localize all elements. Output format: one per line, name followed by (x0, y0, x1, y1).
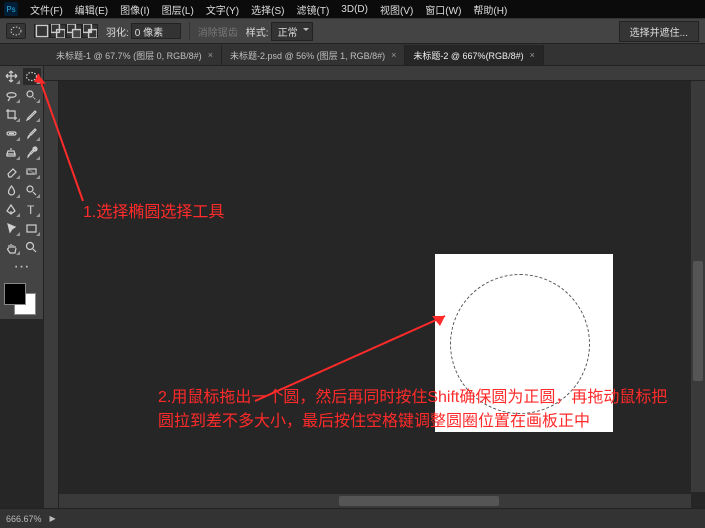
menu-help[interactable]: 帮助(H) (467, 2, 513, 17)
close-icon[interactable]: × (530, 50, 535, 60)
separator (189, 22, 190, 40)
active-tool-icon[interactable] (6, 23, 26, 39)
tab-doc-3[interactable]: 未标题-2 @ 667%(RGB/8#) × (405, 45, 543, 65)
tab-label: 未标题-2 @ 667%(RGB/8#) (413, 49, 523, 62)
clone-stamp-tool[interactable] (2, 144, 21, 161)
menu-window[interactable]: 窗口(W) (419, 2, 467, 17)
menu-edit[interactable]: 编辑(E) (69, 2, 114, 17)
menu-filter[interactable]: 滤镜(T) (291, 2, 336, 17)
tab-label: 未标题-2.psd @ 56% (图层 1, RGB/8#) (230, 49, 385, 62)
foreground-color-swatch[interactable] (4, 283, 26, 305)
scrollbar-thumb[interactable] (693, 261, 703, 381)
feather-group: 羽化: (106, 23, 181, 39)
selection-intersect-icon[interactable] (82, 24, 98, 38)
antialias-label: 消除锯齿 (198, 24, 238, 39)
close-icon[interactable]: × (391, 50, 396, 60)
feather-label: 羽化: (106, 24, 129, 39)
style-label: 样式: (246, 24, 269, 39)
color-swatches (2, 281, 38, 317)
options-bar: 羽化: 消除锯齿 样式: 正常 选择并遮住... (0, 18, 705, 44)
app-logo-icon: Ps (4, 2, 18, 16)
spot-heal-tool[interactable] (2, 125, 21, 142)
feather-input[interactable] (131, 23, 181, 39)
tab-label: 未标题-1 @ 67.7% (图层 0, RGB/8#) (56, 49, 202, 62)
menu-view[interactable]: 视图(V) (374, 2, 419, 17)
style-group: 样式: 正常 (246, 22, 313, 41)
crop-tool[interactable] (2, 106, 21, 123)
document-tab-bar: 未标题-1 @ 67.7% (图层 0, RGB/8#) × 未标题-2.psd… (0, 44, 705, 66)
select-and-mask-button[interactable]: 选择并遮住... (619, 21, 699, 42)
status-caret-icon[interactable]: ▶ (50, 514, 56, 523)
selection-subtract-icon[interactable] (66, 24, 82, 38)
menu-3d[interactable]: 3D(D) (335, 4, 374, 15)
menu-image[interactable]: 图像(I) (114, 2, 155, 17)
ruler-horizontal (44, 66, 705, 81)
annotation-arrow-1 (28, 66, 98, 206)
menu-layer[interactable]: 图层(L) (156, 2, 200, 17)
zoom-tool[interactable] (23, 239, 42, 256)
menu-bar: Ps 文件(F) 编辑(E) 图像(I) 图层(L) 文字(Y) 选择(S) 滤… (0, 0, 705, 18)
blur-tool[interactable] (2, 182, 21, 199)
workspace: T ··· 1.选择椭圆选择工具 2.用鼠标拖出一个圆，然后再同时按住Shift… (0, 66, 705, 508)
zoom-level[interactable]: 666.67% (6, 514, 42, 524)
annotation-1: 1.选择椭圆选择工具 (83, 201, 224, 225)
eraser-tool[interactable] (2, 163, 21, 180)
tab-doc-2[interactable]: 未标题-2.psd @ 56% (图层 1, RGB/8#) × (222, 45, 405, 65)
status-bar: 666.67% ▶ (0, 508, 705, 528)
edit-toolbar-button[interactable]: ··· (2, 258, 41, 275)
selection-new-icon[interactable] (34, 24, 50, 38)
pen-tool[interactable] (2, 201, 21, 218)
vertical-scrollbar[interactable] (691, 81, 705, 492)
horizontal-scrollbar[interactable] (59, 494, 691, 508)
menu-type[interactable]: 文字(Y) (200, 2, 245, 17)
scrollbar-thumb[interactable] (339, 496, 499, 506)
style-dropdown[interactable]: 正常 (271, 22, 313, 41)
selection-add-icon[interactable] (50, 24, 66, 38)
hand-tool[interactable] (2, 239, 21, 256)
menu-select[interactable]: 选择(S) (245, 2, 290, 17)
lasso-tool[interactable] (2, 87, 21, 104)
path-select-tool[interactable] (2, 220, 21, 237)
selection-mode-group (34, 24, 98, 38)
rectangle-tool[interactable] (23, 220, 42, 237)
close-icon[interactable]: × (208, 50, 213, 60)
annotation-arrow-2 (250, 296, 460, 406)
move-tool[interactable] (2, 68, 21, 85)
menu-file[interactable]: 文件(F) (24, 2, 69, 17)
tab-doc-1[interactable]: 未标题-1 @ 67.7% (图层 0, RGB/8#) × (48, 45, 222, 65)
